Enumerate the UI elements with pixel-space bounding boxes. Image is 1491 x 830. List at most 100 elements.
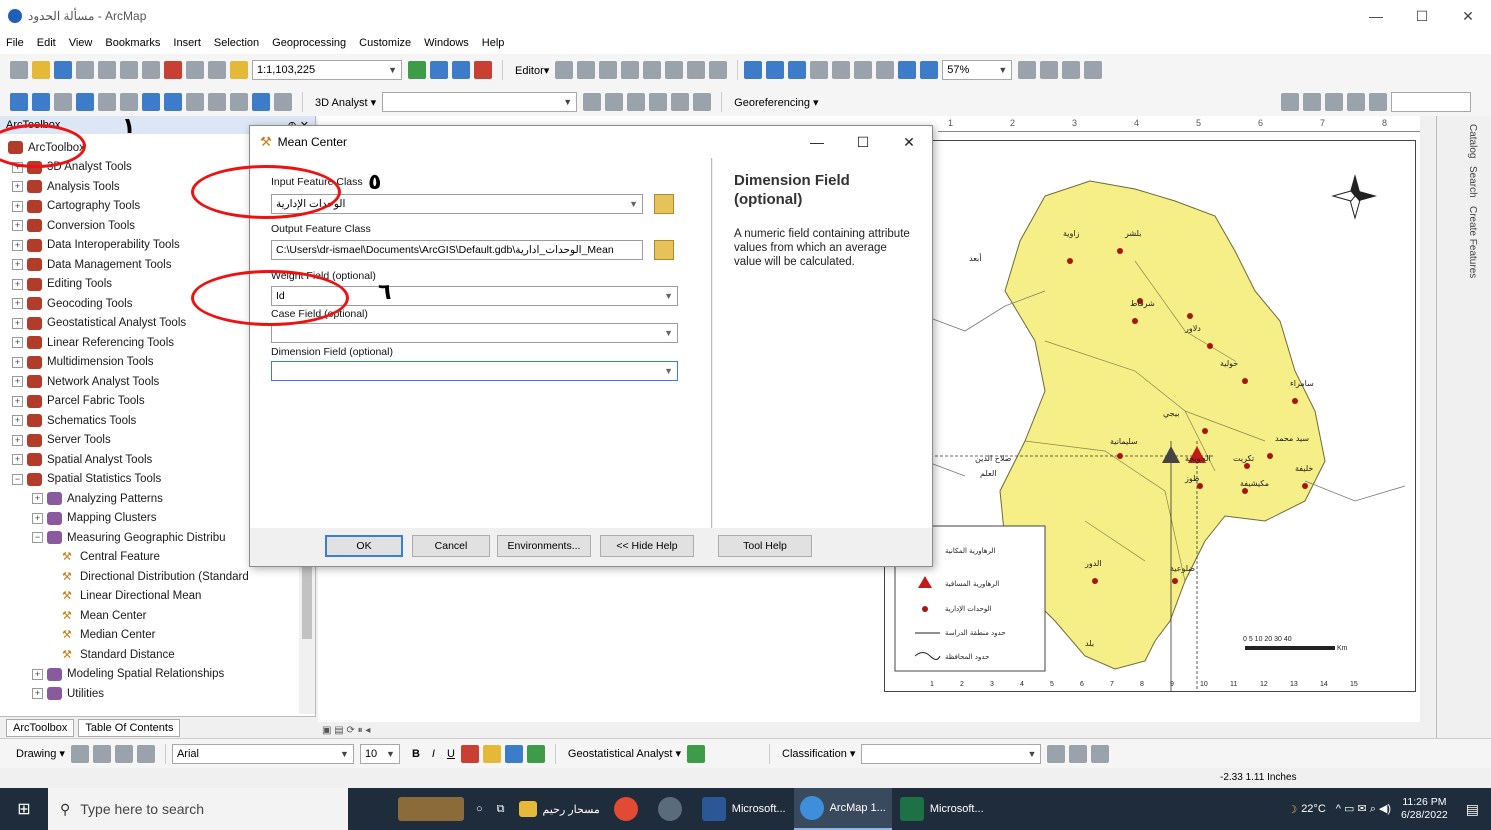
menu-help[interactable]: Help (482, 37, 505, 49)
maximize-button[interactable]: ☐ (1399, 0, 1445, 32)
expand-icon[interactable]: + (32, 688, 43, 700)
taskbar-clock[interactable]: 11:26 PM 6/28/2022 (1401, 796, 1448, 822)
clear-selection-icon[interactable] (208, 93, 226, 111)
line-color-icon[interactable] (504, 744, 523, 763)
open-icon[interactable] (32, 61, 50, 79)
weather-icon[interactable]: ☽ (1287, 803, 1297, 816)
select-elements-draw-icon[interactable] (70, 744, 89, 763)
fixed-zoom-in-map-icon[interactable] (98, 93, 116, 111)
scale-georef-icon[interactable] (1369, 93, 1387, 111)
browse-input-folder-icon[interactable] (654, 194, 674, 214)
geostat-wizard-icon[interactable] (687, 744, 706, 763)
menu-bookmarks[interactable]: Bookmarks (105, 37, 160, 49)
map-vertical-scrollbar[interactable] (1420, 116, 1436, 722)
interpolate-line-icon[interactable] (649, 93, 668, 111)
split-icon[interactable] (643, 61, 662, 79)
layout-zoom-combo[interactable]: 57% ▼ (942, 60, 1013, 80)
steepest-path-icon[interactable] (605, 93, 624, 111)
expand-icon[interactable]: + (12, 317, 23, 329)
ok-button[interactable]: OK (325, 535, 403, 557)
toolbox-tree-item[interactable]: ⚒ Median Center (4, 626, 315, 646)
trace-icon[interactable] (621, 61, 640, 79)
tool-help-button[interactable]: Tool Help (718, 535, 812, 557)
output-feature-class-field[interactable]: C:\Users\dr-ismael\Documents\ArcGIS\Defa… (271, 240, 643, 260)
menu-geoprocessing[interactable]: Geoprocessing (272, 37, 346, 49)
taskbar-app-arcmap[interactable]: ArcMap 1... (793, 788, 892, 830)
expand-icon[interactable]: + (12, 298, 23, 310)
font-color-icon[interactable] (460, 744, 479, 763)
zoom-in-layout-icon[interactable] (744, 61, 763, 79)
expand-icon[interactable]: + (12, 434, 23, 446)
straight-segment-icon[interactable] (577, 61, 596, 79)
toggle-draft-icon[interactable] (1018, 61, 1037, 79)
cancel-button[interactable]: Cancel (412, 535, 490, 557)
toolbox-tree-item[interactable]: ⚒ Linear Directional Mean (4, 587, 315, 607)
classification-tool2-icon[interactable] (1069, 744, 1088, 763)
zoom-whole-page-icon[interactable] (810, 61, 829, 79)
line-of-sight-icon[interactable] (627, 93, 646, 111)
table-of-contents-icon[interactable] (430, 61, 448, 79)
zoom-in-icon[interactable] (10, 93, 28, 111)
task-view-icon[interactable]: ⧉ (491, 788, 511, 830)
paste-icon[interactable] (142, 61, 160, 79)
new-icon[interactable] (10, 61, 28, 79)
rotate-icon[interactable] (665, 61, 684, 79)
notifications-icon[interactable]: ▤ (1466, 801, 1479, 818)
add-data-icon[interactable] (230, 61, 248, 79)
font-combo[interactable]: Arial ▼ (171, 743, 354, 764)
measure-icon[interactable] (274, 93, 292, 111)
new-text-icon[interactable] (136, 744, 155, 763)
fixed-zoom-out-map-icon[interactable] (120, 93, 138, 111)
rectangle-draw-icon[interactable] (114, 744, 133, 763)
full-extent-icon[interactable] (76, 93, 94, 111)
chrome-icon[interactable] (608, 788, 650, 830)
pan-icon[interactable] (54, 93, 72, 111)
expand-icon[interactable]: + (12, 454, 23, 466)
expand-icon[interactable]: + (12, 181, 23, 193)
weather-temp[interactable]: 22°C (1301, 803, 1326, 815)
hide-help-button[interactable]: << Hide Help (600, 535, 694, 557)
news-widget-icon[interactable] (398, 797, 464, 821)
copy-icon[interactable] (120, 61, 138, 79)
collapse-icon[interactable]: − (12, 473, 23, 485)
zoom-out-layout-icon[interactable] (766, 61, 785, 79)
catalog-icon[interactable] (452, 61, 470, 79)
expand-icon[interactable]: + (12, 278, 23, 290)
undo-icon[interactable] (186, 61, 204, 79)
expand-icon[interactable]: + (12, 220, 23, 232)
sketch-properties-icon[interactable] (709, 61, 728, 79)
profile-graph-icon[interactable] (693, 93, 712, 111)
classification-tool1-icon[interactable] (1047, 744, 1066, 763)
expand-icon[interactable]: + (12, 239, 23, 251)
sketch-icon[interactable] (599, 61, 618, 79)
add-control-points-icon[interactable] (1281, 93, 1299, 111)
back-icon[interactable] (142, 93, 160, 111)
expand-icon[interactable]: + (32, 493, 43, 505)
italic-icon[interactable]: I (432, 748, 435, 760)
bold-icon[interactable]: B (412, 748, 420, 760)
layout-nav-icons[interactable]: ▣ ▤ ⟳ ⏸ ◂ (322, 725, 370, 736)
cut-icon[interactable] (98, 61, 116, 79)
select-features-icon[interactable] (186, 93, 204, 111)
edit-tool-icon[interactable] (555, 61, 574, 79)
shift-georef-icon[interactable] (1347, 93, 1365, 111)
menu-insert[interactable]: Insert (173, 37, 201, 49)
menu-edit[interactable]: Edit (37, 37, 56, 49)
map-scale-combo[interactable]: 1:1,103,225 ▼ (252, 60, 402, 80)
expand-icon[interactable]: + (12, 376, 23, 388)
fixed-zoom-out-icon[interactable] (876, 61, 895, 79)
expand-icon[interactable]: + (12, 259, 23, 271)
classification-menu[interactable]: Classification ▾ (782, 747, 855, 760)
menu-view[interactable]: View (69, 37, 93, 49)
expand-icon[interactable]: + (12, 200, 23, 212)
taskbar-app-folder[interactable]: مسحار رحيم (513, 788, 606, 830)
focus-data-frame-icon[interactable] (1040, 61, 1059, 79)
3d-analyst-menu[interactable]: 3D Analyst ▾ (315, 96, 376, 109)
menu-file[interactable]: File (6, 37, 24, 49)
settings-gear-icon[interactable] (652, 788, 694, 830)
select-elements-icon[interactable] (230, 93, 248, 111)
map-horizontal-scrollbar[interactable]: ▣ ▤ ⟳ ⏸ ◂ (318, 722, 1436, 738)
map-data-frame[interactable]: بلشر زاوية أبعد شرقاط دلاور خولية سامراء… (884, 140, 1416, 692)
close-button[interactable]: ✕ (1445, 0, 1491, 32)
identify-icon[interactable] (252, 93, 270, 111)
